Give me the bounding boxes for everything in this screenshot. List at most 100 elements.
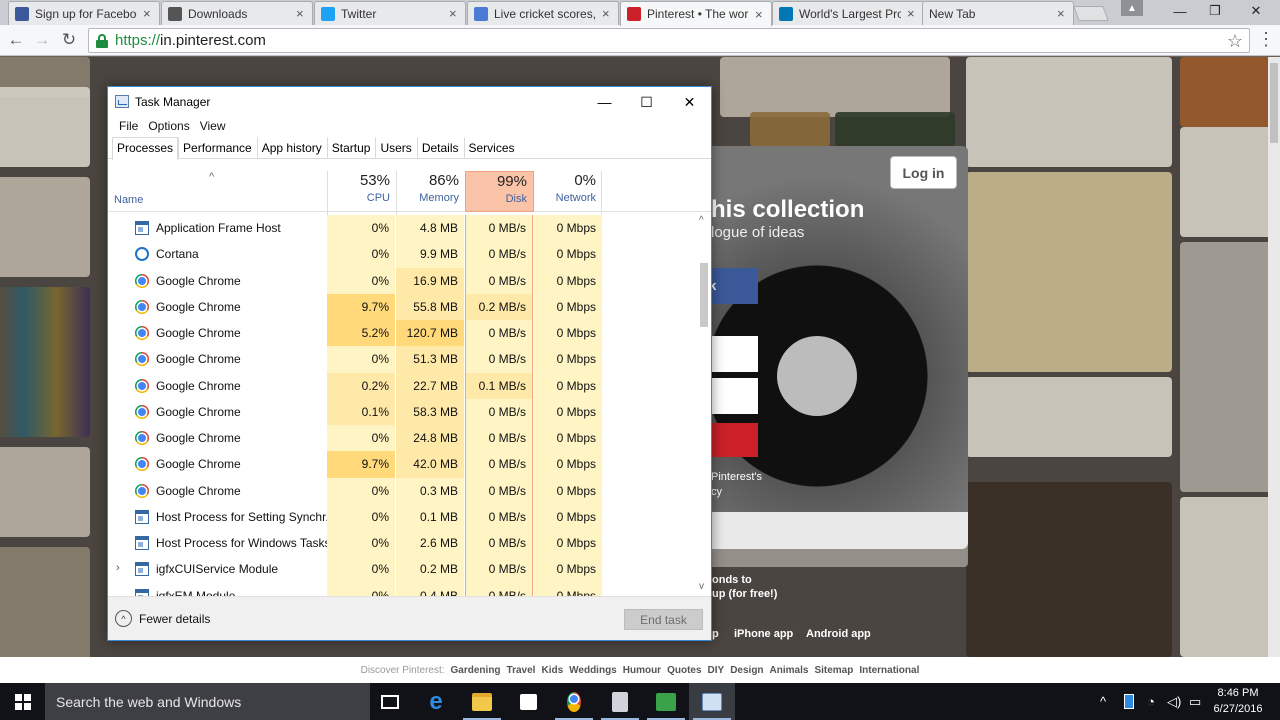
battery-icon[interactable] [1124, 683, 1134, 720]
login-button[interactable]: Log in [890, 156, 957, 189]
discover-link[interactable]: Weddings [569, 665, 617, 676]
discover-link[interactable]: Travel [507, 665, 536, 676]
taskbar-search-box[interactable]: Search the web and Windows [45, 683, 370, 720]
process-row[interactable]: Google Chrome 0.1% 58.3 MB 0 MB/s 0 Mbps [108, 398, 698, 425]
process-row[interactable]: Host Process for Windows Tasks 0% 2.6 MB 0 … [108, 530, 698, 557]
clipboard-app-icon[interactable] [597, 683, 643, 720]
tab-users[interactable]: Users [375, 137, 416, 159]
menu-options[interactable]: Options [143, 117, 194, 137]
browser-menu-icon[interactable]: ⋮ [1256, 29, 1276, 51]
browser-tab[interactable]: Sign up for Facebook × [8, 1, 160, 25]
profile-icon[interactable]: ▲ [1121, 0, 1143, 16]
tab-close-icon[interactable]: × [1057, 6, 1067, 21]
page-scrollbar[interactable] [1268, 57, 1280, 657]
browser-tab[interactable]: World's Largest Pro × [772, 1, 924, 25]
tm-maximize-button[interactable]: ☐ [624, 87, 669, 117]
network-column-header[interactable]: 0% Network [534, 171, 602, 212]
tab-startup[interactable]: Startup [326, 137, 376, 159]
discover-link[interactable]: DIY [708, 665, 725, 676]
task-manager-titlebar[interactable]: Task Manager — ☐ ✕ [108, 87, 711, 117]
iphone-app-link[interactable]: iPhone app [734, 628, 793, 640]
process-row[interactable]: Google Chrome 0% 51.3 MB 0 MB/s 0 Mbps [108, 346, 698, 373]
tab-close-icon[interactable]: × [755, 7, 765, 22]
tab-details[interactable]: Details [416, 137, 464, 159]
file-explorer-icon[interactable] [459, 683, 505, 720]
end-task-button[interactable]: End task [624, 609, 703, 630]
browser-tab[interactable]: Downloads × [161, 1, 313, 25]
start-button[interactable] [0, 683, 45, 720]
fewer-details-button[interactable]: ^ Fewer details [115, 610, 210, 627]
net-cell: 0 Mbps [534, 293, 602, 320]
tab-close-icon[interactable]: × [143, 6, 153, 21]
chevron-up-icon[interactable]: ^ [1100, 683, 1114, 720]
discover-link[interactable]: Humour [623, 665, 661, 676]
task-view-icon[interactable] [367, 683, 413, 720]
menu-file[interactable]: File [114, 117, 143, 137]
restore-button[interactable]: ❐ [1197, 0, 1233, 22]
process-row[interactable]: igfxEM Module 0% 0.4 MB 0 MB/s 0 Mbps [108, 582, 698, 597]
discover-link[interactable]: Quotes [667, 665, 701, 676]
process-row[interactable]: Google Chrome 5.2% 120.7 MB 0 MB/s 0 Mbps [108, 320, 698, 347]
process-row[interactable]: Google Chrome 9.7% 42.0 MB 0 MB/s 0 Mbps [108, 451, 698, 478]
app-link[interactable]: p [712, 628, 719, 640]
tab-performance[interactable]: Performance [178, 137, 257, 159]
scroll-down-icon[interactable]: v [699, 581, 704, 592]
chevron-up-icon: ^ [115, 610, 132, 627]
edge-icon[interactable]: e [413, 683, 459, 720]
tab-close-icon[interactable]: × [602, 6, 612, 21]
tab-close-icon[interactable]: × [907, 6, 917, 21]
process-list-scrollbar[interactable]: ^ v [697, 215, 710, 596]
browser-tab[interactable]: Twitter × [314, 1, 466, 25]
sort-arrow-icon[interactable]: ^ [209, 171, 214, 183]
store-icon[interactable] [505, 683, 551, 720]
menu-view[interactable]: View [195, 117, 231, 137]
process-row[interactable]: Google Chrome 0% 16.9 MB 0 MB/s 0 Mbps [108, 267, 698, 294]
process-row[interactable]: Google Chrome 0.2% 22.7 MB 0.1 MB/s 0 Mbps [108, 372, 698, 399]
volume-icon[interactable]: ◁) [1167, 683, 1181, 720]
process-row[interactable]: Cortana 0% 9.9 MB 0 MB/s 0 Mbps [108, 241, 698, 268]
process-row[interactable]: Google Chrome 9.7% 55.8 MB 0.2 MB/s 0 Mbps [108, 293, 698, 320]
discover-link[interactable]: Animals [770, 665, 809, 676]
process-row[interactable]: Google Chrome 0% 0.3 MB 0 MB/s 0 Mbps [108, 477, 698, 504]
back-arrow-icon[interactable]: ← [5, 29, 27, 51]
tm-minimize-button[interactable]: — [582, 87, 627, 117]
action-center-icon[interactable]: ▭ [1189, 683, 1201, 720]
browser-tab[interactable]: New Tab × [922, 1, 1074, 25]
scroll-up-icon[interactable]: ^ [699, 215, 704, 226]
minimize-button[interactable]: — [1162, 0, 1198, 22]
cpu-column-header[interactable]: 53% CPU [328, 171, 396, 212]
process-row[interactable]: › igfxCUIService Module 0% 0.2 MB 0 MB/s 0 Mb… [108, 556, 698, 583]
discover-link[interactable]: Kids [541, 665, 563, 676]
discover-link[interactable]: Gardening [451, 665, 501, 676]
process-row[interactable]: Google Chrome 0% 24.8 MB 0 MB/s 0 Mbps [108, 425, 698, 452]
wifi-icon[interactable]: ◔ [1147, 683, 1155, 720]
tab-services[interactable]: Services [463, 137, 520, 159]
chrome-icon[interactable] [551, 683, 597, 720]
tab-app-history[interactable]: App history [256, 137, 327, 159]
tab-processes[interactable]: Processes [112, 137, 179, 160]
tm-close-button[interactable]: ✕ [667, 87, 712, 117]
process-row[interactable]: Application Frame Host 0% 4.8 MB 0 MB/s 0 Mb… [108, 215, 698, 242]
reload-icon[interactable]: ↻ [58, 29, 80, 51]
address-bar[interactable]: https://in.pinterest.com ☆ [88, 28, 1250, 53]
android-app-link[interactable]: Android app [806, 628, 871, 640]
close-button[interactable]: ✕ [1238, 0, 1274, 22]
scroll-thumb[interactable] [700, 263, 708, 327]
tab-close-icon[interactable]: × [449, 6, 459, 21]
forward-arrow-icon[interactable]: → [31, 29, 53, 51]
tab-close-icon[interactable]: × [296, 6, 306, 21]
discover-link[interactable]: Sitemap [814, 665, 853, 676]
memory-column-header[interactable]: 86% Memory [397, 171, 465, 212]
browser-tab[interactable]: Pinterest • The worl × [620, 1, 772, 26]
task-manager-icon[interactable] [689, 683, 735, 720]
discover-link[interactable]: Design [730, 665, 763, 676]
taskbar-clock[interactable]: 8:46 PM 6/27/2016 [1207, 685, 1269, 717]
discover-link[interactable]: International [859, 665, 919, 676]
process-row[interactable]: Host Process for Setting Synchr... 0% 0.1 … [108, 503, 698, 530]
name-column-header[interactable]: Name [114, 194, 143, 206]
bookmark-star-icon[interactable]: ☆ [1227, 31, 1243, 52]
green-app-icon[interactable] [643, 683, 689, 720]
disk-column-header[interactable]: 99% Disk [465, 171, 534, 212]
browser-tab[interactable]: Live cricket scores, c × [467, 1, 619, 25]
new-tab-button[interactable] [1073, 6, 1109, 21]
